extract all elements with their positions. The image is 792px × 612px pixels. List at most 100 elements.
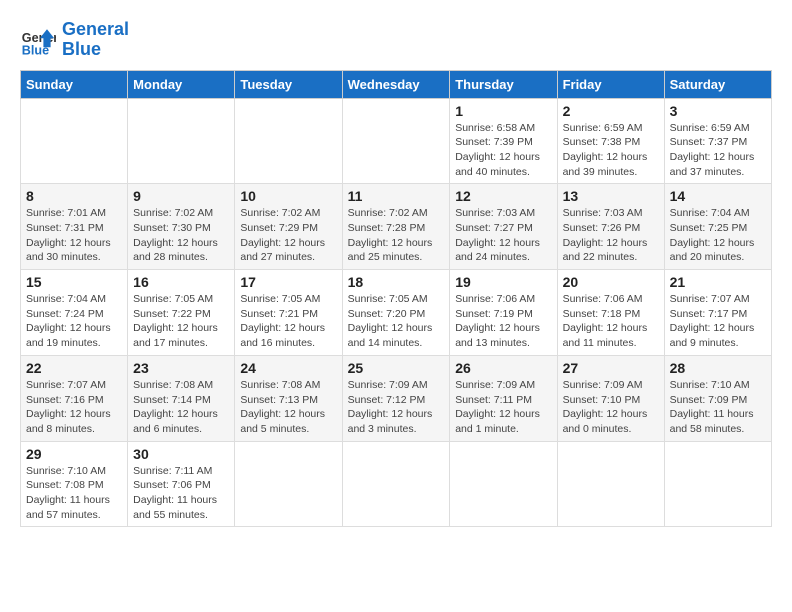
- calendar-cell: 30 Sunrise: 7:11 AMSunset: 7:06 PMDaylig…: [128, 441, 235, 527]
- calendar-cell: [664, 441, 771, 527]
- calendar-cell: [235, 98, 342, 184]
- calendar-cell: 23 Sunrise: 7:08 AMSunset: 7:14 PMDaylig…: [128, 355, 235, 441]
- day-info: Sunrise: 7:02 AMSunset: 7:30 PMDaylight:…: [133, 206, 229, 265]
- day-number: 28: [670, 360, 766, 376]
- calendar-table: SundayMondayTuesdayWednesdayThursdayFrid…: [20, 70, 772, 528]
- calendar-cell: [128, 98, 235, 184]
- calendar-cell: 13 Sunrise: 7:03 AMSunset: 7:26 PMDaylig…: [557, 184, 664, 270]
- day-number: 23: [133, 360, 229, 376]
- calendar-cell: 3 Sunrise: 6:59 AMSunset: 7:37 PMDayligh…: [664, 98, 771, 184]
- day-number: 2: [563, 103, 659, 119]
- day-info: Sunrise: 7:02 AMSunset: 7:28 PMDaylight:…: [348, 206, 445, 265]
- day-number: 24: [240, 360, 336, 376]
- calendar-cell: 22 Sunrise: 7:07 AMSunset: 7:16 PMDaylig…: [21, 355, 128, 441]
- calendar-cell: 25 Sunrise: 7:09 AMSunset: 7:12 PMDaylig…: [342, 355, 450, 441]
- day-number: 30: [133, 446, 229, 462]
- day-info: Sunrise: 7:08 AMSunset: 7:14 PMDaylight:…: [133, 378, 229, 437]
- day-info: Sunrise: 7:05 AMSunset: 7:22 PMDaylight:…: [133, 292, 229, 351]
- calendar-cell: 2 Sunrise: 6:59 AMSunset: 7:38 PMDayligh…: [557, 98, 664, 184]
- calendar-body: 1 Sunrise: 6:58 AMSunset: 7:39 PMDayligh…: [21, 98, 772, 527]
- logo-text: GeneralBlue: [62, 20, 129, 60]
- calendar-cell: 10 Sunrise: 7:02 AMSunset: 7:29 PMDaylig…: [235, 184, 342, 270]
- day-info: Sunrise: 7:03 AMSunset: 7:26 PMDaylight:…: [563, 206, 659, 265]
- calendar-cell: 16 Sunrise: 7:05 AMSunset: 7:22 PMDaylig…: [128, 270, 235, 356]
- day-number: 27: [563, 360, 659, 376]
- calendar-week-5: 29 Sunrise: 7:10 AMSunset: 7:08 PMDaylig…: [21, 441, 772, 527]
- calendar-cell: 9 Sunrise: 7:02 AMSunset: 7:30 PMDayligh…: [128, 184, 235, 270]
- calendar-cell: 20 Sunrise: 7:06 AMSunset: 7:18 PMDaylig…: [557, 270, 664, 356]
- day-number: 11: [348, 188, 445, 204]
- calendar-cell: 1 Sunrise: 6:58 AMSunset: 7:39 PMDayligh…: [450, 98, 557, 184]
- calendar-cell: 26 Sunrise: 7:09 AMSunset: 7:11 PMDaylig…: [450, 355, 557, 441]
- day-number: 15: [26, 274, 122, 290]
- calendar-cell: 27 Sunrise: 7:09 AMSunset: 7:10 PMDaylig…: [557, 355, 664, 441]
- calendar-cell: 8 Sunrise: 7:01 AMSunset: 7:31 PMDayligh…: [21, 184, 128, 270]
- calendar-cell: [21, 98, 128, 184]
- calendar-cell: 12 Sunrise: 7:03 AMSunset: 7:27 PMDaylig…: [450, 184, 557, 270]
- day-info: Sunrise: 7:02 AMSunset: 7:29 PMDaylight:…: [240, 206, 336, 265]
- calendar-cell: 17 Sunrise: 7:05 AMSunset: 7:21 PMDaylig…: [235, 270, 342, 356]
- day-number: 18: [348, 274, 445, 290]
- calendar-cell: 24 Sunrise: 7:08 AMSunset: 7:13 PMDaylig…: [235, 355, 342, 441]
- day-number: 26: [455, 360, 551, 376]
- calendar-cell: 11 Sunrise: 7:02 AMSunset: 7:28 PMDaylig…: [342, 184, 450, 270]
- day-info: Sunrise: 7:09 AMSunset: 7:12 PMDaylight:…: [348, 378, 445, 437]
- day-number: 14: [670, 188, 766, 204]
- day-number: 12: [455, 188, 551, 204]
- calendar-header-wednesday: Wednesday: [342, 70, 450, 98]
- calendar-cell: [342, 441, 450, 527]
- logo-icon: General Blue: [20, 22, 56, 58]
- day-number: 20: [563, 274, 659, 290]
- calendar-header-row: SundayMondayTuesdayWednesdayThursdayFrid…: [21, 70, 772, 98]
- calendar-cell: [342, 98, 450, 184]
- day-number: 21: [670, 274, 766, 290]
- day-number: 19: [455, 274, 551, 290]
- logo: General Blue GeneralBlue: [20, 20, 129, 60]
- calendar-week-3: 15 Sunrise: 7:04 AMSunset: 7:24 PMDaylig…: [21, 270, 772, 356]
- calendar-cell: 28 Sunrise: 7:10 AMSunset: 7:09 PMDaylig…: [664, 355, 771, 441]
- day-number: 13: [563, 188, 659, 204]
- day-number: 17: [240, 274, 336, 290]
- day-info: Sunrise: 7:09 AMSunset: 7:10 PMDaylight:…: [563, 378, 659, 437]
- page-header: General Blue GeneralBlue: [20, 20, 772, 60]
- day-info: Sunrise: 7:01 AMSunset: 7:31 PMDaylight:…: [26, 206, 122, 265]
- day-info: Sunrise: 6:59 AMSunset: 7:38 PMDaylight:…: [563, 121, 659, 180]
- day-info: Sunrise: 7:07 AMSunset: 7:17 PMDaylight:…: [670, 292, 766, 351]
- day-info: Sunrise: 7:09 AMSunset: 7:11 PMDaylight:…: [455, 378, 551, 437]
- calendar-cell: [450, 441, 557, 527]
- calendar-header-monday: Monday: [128, 70, 235, 98]
- calendar-cell: 15 Sunrise: 7:04 AMSunset: 7:24 PMDaylig…: [21, 270, 128, 356]
- day-number: 1: [455, 103, 551, 119]
- day-number: 22: [26, 360, 122, 376]
- calendar-cell: 21 Sunrise: 7:07 AMSunset: 7:17 PMDaylig…: [664, 270, 771, 356]
- calendar-cell: 18 Sunrise: 7:05 AMSunset: 7:20 PMDaylig…: [342, 270, 450, 356]
- calendar-week-4: 22 Sunrise: 7:07 AMSunset: 7:16 PMDaylig…: [21, 355, 772, 441]
- day-number: 9: [133, 188, 229, 204]
- calendar-header-friday: Friday: [557, 70, 664, 98]
- calendar-header-thursday: Thursday: [450, 70, 557, 98]
- day-info: Sunrise: 7:04 AMSunset: 7:24 PMDaylight:…: [26, 292, 122, 351]
- day-number: 25: [348, 360, 445, 376]
- calendar-header-tuesday: Tuesday: [235, 70, 342, 98]
- day-number: 29: [26, 446, 122, 462]
- day-info: Sunrise: 6:58 AMSunset: 7:39 PMDaylight:…: [455, 121, 551, 180]
- day-info: Sunrise: 7:06 AMSunset: 7:19 PMDaylight:…: [455, 292, 551, 351]
- day-info: Sunrise: 7:08 AMSunset: 7:13 PMDaylight:…: [240, 378, 336, 437]
- day-number: 3: [670, 103, 766, 119]
- day-number: 10: [240, 188, 336, 204]
- day-info: Sunrise: 7:10 AMSunset: 7:08 PMDaylight:…: [26, 464, 122, 523]
- day-number: 8: [26, 188, 122, 204]
- day-info: Sunrise: 7:10 AMSunset: 7:09 PMDaylight:…: [670, 378, 766, 437]
- day-info: Sunrise: 7:05 AMSunset: 7:21 PMDaylight:…: [240, 292, 336, 351]
- day-info: Sunrise: 7:07 AMSunset: 7:16 PMDaylight:…: [26, 378, 122, 437]
- day-info: Sunrise: 7:04 AMSunset: 7:25 PMDaylight:…: [670, 206, 766, 265]
- day-info: Sunrise: 6:59 AMSunset: 7:37 PMDaylight:…: [670, 121, 766, 180]
- calendar-header-sunday: Sunday: [21, 70, 128, 98]
- calendar-week-2: 8 Sunrise: 7:01 AMSunset: 7:31 PMDayligh…: [21, 184, 772, 270]
- calendar-header-saturday: Saturday: [664, 70, 771, 98]
- day-info: Sunrise: 7:03 AMSunset: 7:27 PMDaylight:…: [455, 206, 551, 265]
- day-info: Sunrise: 7:05 AMSunset: 7:20 PMDaylight:…: [348, 292, 445, 351]
- day-number: 16: [133, 274, 229, 290]
- day-info: Sunrise: 7:11 AMSunset: 7:06 PMDaylight:…: [133, 464, 229, 523]
- calendar-cell: 14 Sunrise: 7:04 AMSunset: 7:25 PMDaylig…: [664, 184, 771, 270]
